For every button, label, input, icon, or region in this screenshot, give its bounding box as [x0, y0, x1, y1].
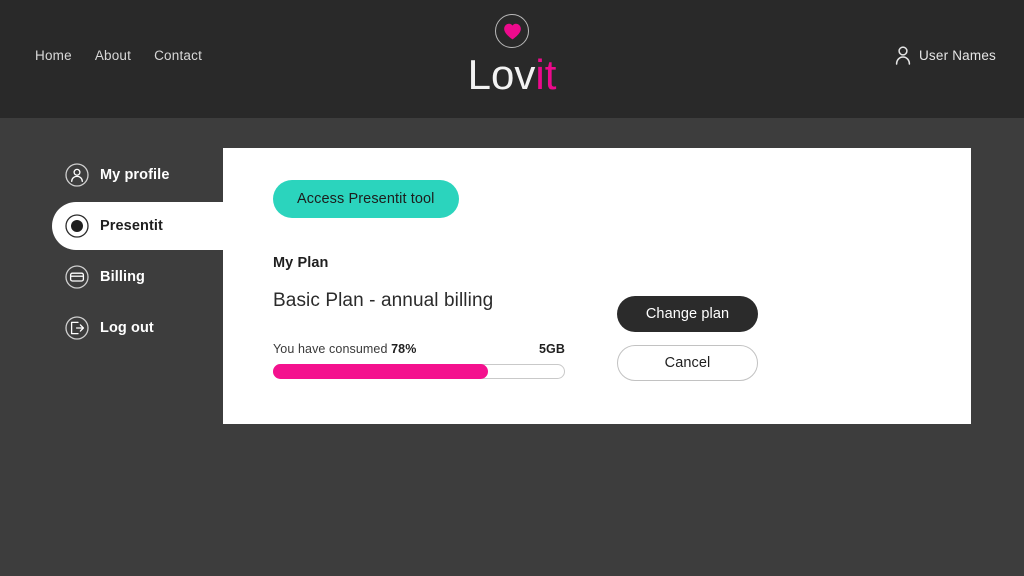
usage-labels: You have consumed 78% 5GB — [273, 342, 565, 356]
sidebar-item-label: Presentit — [100, 218, 163, 234]
change-plan-button[interactable]: Change plan — [617, 296, 758, 332]
brand-name: Lovit — [468, 50, 557, 100]
sidebar-item-label: Log out — [100, 320, 154, 336]
plan-heading: My Plan — [273, 255, 329, 271]
usage-capacity: 5GB — [538, 342, 565, 356]
sidebar-navigation: My profile Presentit Billing Log out — [0, 118, 282, 355]
user-circle-icon — [64, 162, 90, 188]
sidebar-item-my-profile[interactable]: My profile — [0, 151, 260, 199]
site-header: Home About Contact Lovit User Names — [0, 0, 1024, 118]
usage-consumed-text: You have consumed 78% — [273, 342, 416, 356]
access-presentit-tool-button[interactable]: Access Presentit tool — [273, 180, 459, 218]
logo-circle — [495, 14, 529, 48]
sidebar-item-label: My profile — [100, 167, 170, 183]
sidebar-item-log-out[interactable]: Log out — [0, 304, 260, 352]
user-icon — [895, 46, 911, 65]
plan-actions: Change plan Cancel — [617, 296, 758, 381]
user-menu[interactable]: User Names — [895, 46, 996, 65]
sidebar-item-label: Billing — [100, 269, 145, 285]
brand-name-primary: Lov — [467, 51, 536, 98]
usage-progress-fill — [273, 364, 488, 379]
usage-section: You have consumed 78% 5GB — [273, 342, 565, 379]
usage-percent: 78% — [391, 342, 417, 356]
radio-filled-icon — [64, 213, 90, 239]
brand-logo[interactable]: Lovit — [0, 14, 1024, 100]
plan-name: Basic Plan - annual billing — [273, 290, 494, 311]
brand-name-accent: it — [535, 51, 557, 98]
heart-icon — [503, 23, 521, 39]
cancel-button[interactable]: Cancel — [617, 345, 758, 381]
user-name-label: User Names — [918, 48, 996, 63]
usage-progress-track — [273, 364, 565, 379]
logout-circle-icon — [64, 315, 90, 341]
sidebar-item-billing[interactable]: Billing — [0, 253, 260, 301]
plan-card: Access Presentit tool My Plan Basic Plan… — [223, 148, 971, 424]
usage-label: You have consumed — [273, 342, 388, 356]
credit-card-circle-icon — [64, 264, 90, 290]
